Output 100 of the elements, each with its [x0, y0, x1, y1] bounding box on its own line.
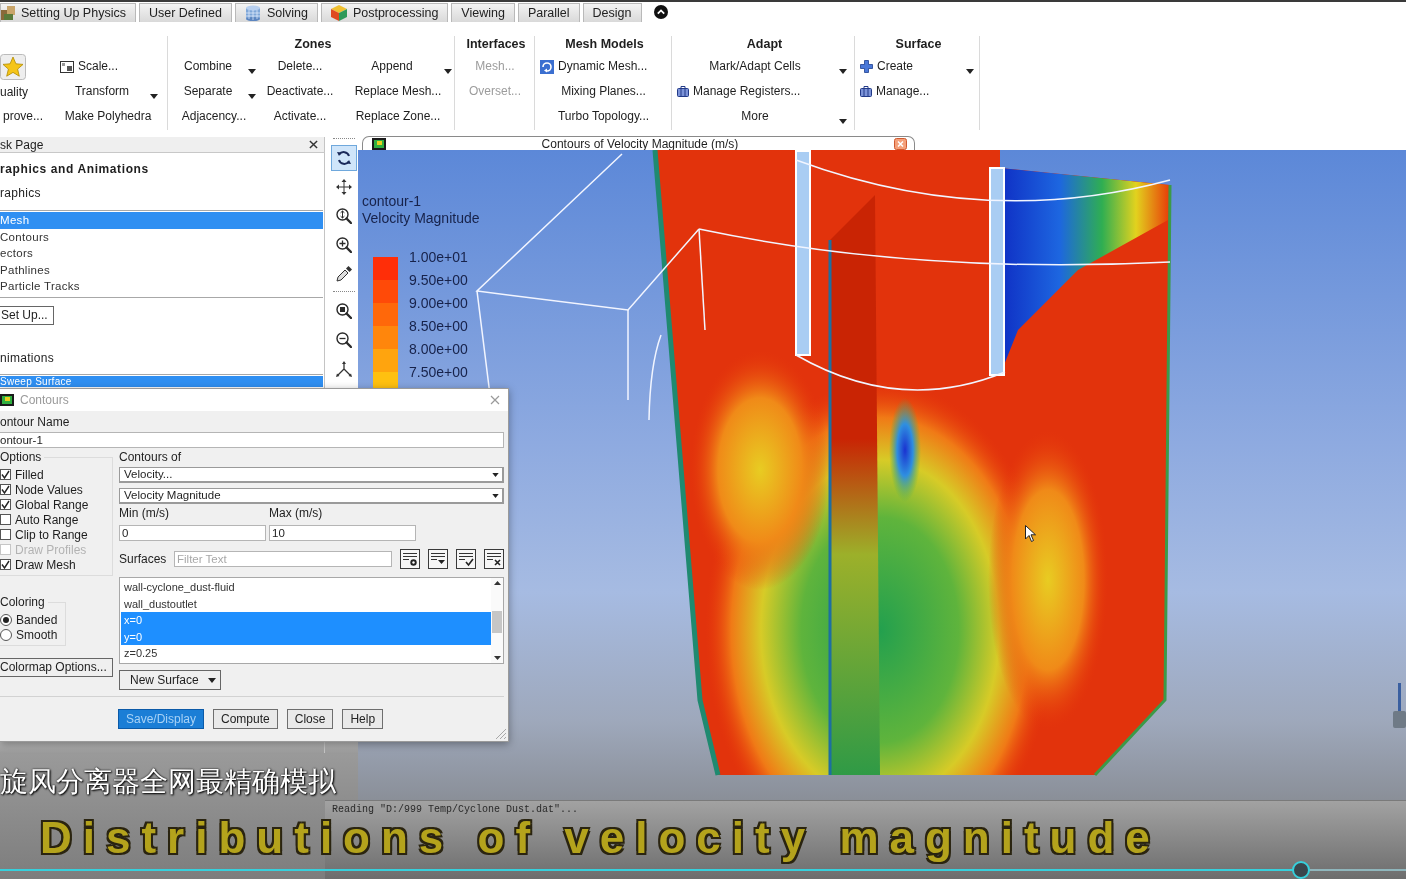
ribbon-menu-button[interactable]: Combine — [172, 54, 256, 79]
cylinder-icon — [244, 5, 261, 21]
ribbon-button[interactable]: prove... — [0, 104, 46, 129]
list-item[interactable]: z=0.25 — [121, 645, 491, 662]
dropdown-field[interactable]: Velocity... — [119, 467, 504, 483]
ribbon-button[interactable]: Replace Mesh... — [344, 79, 452, 104]
ribbon-large-button[interactable]: uality — [0, 54, 46, 104]
collapse-icon[interactable] — [653, 5, 668, 19]
subtitle-text: 旋风分离器全网最精确模拟 — [0, 766, 336, 798]
radio-label: Banded — [16, 612, 58, 627]
ribbon-tab[interactable]: Setting Up Physics — [0, 3, 136, 22]
scroll-up-icon[interactable] — [493, 581, 501, 585]
block-icon — [1, 6, 15, 20]
checkbox[interactable] — [0, 499, 11, 510]
ribbon-button[interactable]: Delete... — [264, 54, 336, 79]
legend-title: contour-1 — [362, 193, 422, 210]
ribbon-button[interactable]: Replace Zone... — [344, 104, 452, 129]
plus-icon — [860, 60, 873, 73]
list-item[interactable]: Pathlines — [0, 261, 323, 279]
legend-subtitle: Velocity Magnitude — [362, 210, 480, 227]
mouse-cursor-icon — [1025, 525, 1036, 542]
dialog-button[interactable]: Close — [286, 709, 334, 729]
caret-icon — [492, 472, 499, 477]
list-check-icon[interactable] — [456, 549, 476, 569]
graphics-window-tab[interactable]: Contours of Velocity Magnitude (m/s) — [362, 136, 915, 150]
resize-grip-icon[interactable] — [496, 729, 506, 739]
dropdown-field[interactable]: Velocity Magnitude — [119, 488, 504, 504]
list-item[interactable]: wall_dustoutlet — [121, 595, 491, 613]
checkbox-label: Filled — [15, 467, 44, 482]
scrollbar[interactable] — [491, 578, 503, 663]
ribbon-tab[interactable]: Parallel — [517, 3, 580, 22]
list-item[interactable]: Particle Tracks — [0, 278, 323, 295]
ribbon-tab[interactable]: Solving — [234, 3, 318, 22]
ribbon-button[interactable]: Activate... — [264, 104, 336, 129]
ribbon-button[interactable]: Manage Registers... — [675, 79, 847, 104]
toolbar-button[interactable] — [330, 145, 357, 171]
group-title: Zones — [293, 36, 333, 52]
ribbon-menu-button[interactable]: Create — [858, 54, 974, 79]
panel-title: sk Page — [0, 137, 44, 152]
text-field[interactable]: ontour-1 — [0, 432, 504, 448]
axes-icon — [335, 361, 352, 377]
swirl-tile-icon — [540, 59, 554, 74]
list-item[interactable]: wall-cyclone_dust-fluid — [121, 579, 491, 596]
field-label: Contours of — [119, 451, 182, 464]
number-field[interactable]: 10 — [269, 525, 416, 541]
video-progress-slider[interactable] — [0, 861, 1406, 879]
group-title: Interfaces — [465, 36, 527, 52]
checkbox[interactable] — [0, 514, 11, 525]
dialog-button[interactable]: Compute — [213, 709, 278, 729]
radio-button[interactable] — [0, 628, 12, 641]
ribbon-tab[interactable]: User Defined — [138, 3, 232, 22]
ribbon-button[interactable]: Dynamic Mesh... — [538, 54, 669, 79]
list-item[interactable]: ectors — [0, 245, 323, 262]
list-item[interactable]: Contours — [0, 228, 323, 246]
ribbon-tab[interactable]: Design — [582, 3, 642, 22]
number-field[interactable]: 0 — [119, 525, 266, 541]
ribbon-button[interactable]: Manage... — [858, 79, 974, 104]
dialog-button[interactable]: Help — [342, 709, 384, 729]
radio-button[interactable] — [0, 613, 12, 626]
ribbon-button[interactable]: Turbo Topology... — [538, 104, 669, 129]
field-label: ontour Name — [0, 416, 70, 429]
ribbon-button[interactable]: Scale... — [58, 54, 158, 79]
ribbon-menu-button[interactable]: Append — [344, 54, 452, 79]
colorbar-label: 9.00e+00 — [409, 295, 468, 311]
setup-button[interactable]: Set Up... — [0, 305, 54, 325]
eyedropper-icon — [335, 266, 352, 282]
group-label: Coloring — [0, 596, 48, 608]
ribbon-button[interactable]: Deactivate... — [264, 79, 336, 104]
briefcase-icon — [860, 86, 872, 97]
checkbox[interactable] — [0, 559, 11, 570]
checkbox[interactable] — [0, 469, 11, 480]
scroll-down-icon[interactable] — [493, 656, 501, 660]
checkmark-icon — [1, 560, 10, 569]
radio-label: Smooth — [16, 627, 58, 642]
ribbon-menu-button[interactable]: More — [675, 104, 847, 129]
briefcase-icon — [677, 86, 689, 97]
new-surface-button[interactable]: New Surface — [119, 670, 221, 690]
checkbox-label: Global Range — [15, 497, 89, 512]
contour-thumbnail-icon — [0, 394, 14, 406]
close-icon[interactable] — [309, 140, 318, 149]
zoom-box-icon — [335, 303, 352, 319]
ribbon-menu-button[interactable]: Separate — [172, 79, 256, 104]
filter-field[interactable]: Filter Text — [174, 551, 392, 567]
checkbox[interactable] — [0, 529, 11, 540]
ribbon-tab[interactable]: Viewing — [451, 3, 515, 22]
ribbon-button[interactable]: Adjacency... — [172, 104, 256, 129]
checkbox[interactable] — [0, 484, 11, 495]
ribbon-button[interactable]: Make Polyhedra — [58, 104, 158, 129]
ribbon-button[interactable]: Mixing Planes... — [538, 79, 669, 104]
colormap-button[interactable]: Colormap Options... — [0, 658, 113, 677]
rotate-icon — [335, 150, 352, 166]
group-title: Mesh Models — [564, 36, 645, 52]
ribbon-menu-button[interactable]: Transform — [58, 79, 158, 104]
list-cross-icon[interactable] — [484, 549, 504, 569]
star-icon — [0, 54, 26, 80]
ribbon-tab[interactable]: Postprocessing — [320, 3, 449, 22]
ribbon-menu-button[interactable]: Mark/Adapt Cells — [675, 54, 847, 79]
caption-title: Distributions of velocity magnitude — [40, 816, 1161, 860]
contour-thumbnail-icon — [372, 137, 386, 150]
scrollbar-thumb[interactable] — [492, 611, 502, 633]
